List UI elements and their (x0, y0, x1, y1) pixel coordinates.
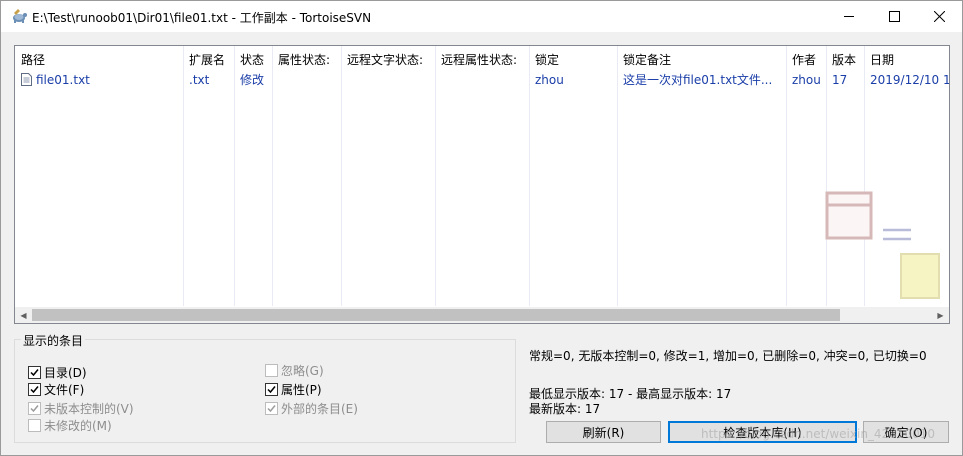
checkmark-icon (30, 404, 39, 412)
table-row[interactable]: file01.txt .txt 修改 zhou 这是一次对file01.txt文… (15, 70, 949, 90)
checkbox-label: 文件(F) (44, 382, 85, 397)
checkmark-icon (267, 404, 276, 412)
shown-items-legend: 显示的条目 (21, 332, 86, 349)
checkbox-box[interactable] (28, 365, 41, 379)
checkbox-label: 忽略(G) (281, 363, 324, 378)
list-header: 路径 扩展名 状态 属性状态: 远程文字状态: 远程属性状态: 锁定 锁定备注 … (15, 50, 949, 70)
checkbox-label: 外部的条目(E) (281, 401, 358, 416)
cell-extension: .txt (189, 73, 210, 87)
column-header-prop-status[interactable]: 属性状态: (272, 50, 341, 70)
svn-check-modifications-window: E:\Test\runoob01\Dir01\file01.txt - 工作副本… (0, 0, 963, 456)
watermark: https://blog.csdn.net/weixin_42810010 (701, 427, 936, 441)
scrollbar-thumb[interactable] (32, 309, 840, 321)
refresh-button[interactable]: 刷新(R) (546, 421, 661, 443)
files-illustration-icon (825, 191, 940, 299)
cell-revision: 17 (832, 73, 848, 87)
checkbox-box (265, 401, 278, 415)
maximize-button[interactable] (871, 1, 917, 32)
cell-path-text: file01.txt (36, 73, 90, 87)
horizontal-scrollbar[interactable]: ◀ ▶ (15, 307, 949, 323)
checkbox-box[interactable] (265, 382, 278, 396)
checkbox-ignored: 忽略(G) (265, 362, 324, 378)
checkbox-box (28, 418, 41, 432)
cell-date: 2019/12/10 1 (870, 73, 949, 87)
status-summary: 常规=0, 无版本控制=0, 修改=1, 增加=0, 已删除=0, 冲突=0, … (529, 349, 927, 363)
cell-remote-text-status (341, 70, 435, 90)
checkbox-box (28, 401, 41, 415)
cell-lock: zhou (535, 73, 564, 87)
column-header-remote-prop-status[interactable]: 远程属性状态: (435, 50, 529, 70)
checkmark-icon (267, 385, 276, 393)
close-button[interactable] (916, 1, 962, 32)
checkbox-unversioned: 未版本控制的(V) (28, 400, 134, 416)
scroll-left-icon[interactable]: ◀ (15, 307, 32, 323)
column-header-remote-text-status[interactable]: 远程文字状态: (341, 50, 435, 70)
checkbox-label: 未版本控制的(V) (44, 401, 134, 416)
checkbox-box[interactable] (28, 382, 41, 396)
column-header-date[interactable]: 日期 (864, 50, 949, 70)
cell-prop-status (272, 70, 341, 90)
scroll-right-icon[interactable]: ▶ (932, 307, 949, 323)
checkbox-directories[interactable]: 目录(D) (28, 364, 87, 380)
checkmark-icon (30, 385, 39, 393)
checkbox-properties[interactable]: 属性(P) (265, 381, 322, 397)
title-bar[interactable]: E:\Test\runoob01\Dir01\file01.txt - 工作副本… (1, 1, 962, 32)
cell-status: 修改 (240, 73, 265, 87)
checkbox-label: 目录(D) (44, 365, 87, 380)
cell-remote-prop-status (435, 70, 529, 90)
column-header-lock-comment[interactable]: 锁定备注 (617, 50, 786, 70)
cell-lock-comment: 这是一次对file01.txt文件... (623, 73, 773, 87)
column-header-revision[interactable]: 版本 (826, 50, 864, 70)
column-header-status[interactable]: 状态 (234, 50, 272, 70)
cell-author: zhou (792, 73, 821, 87)
checkbox-label: 属性(P) (281, 382, 322, 397)
column-header-lock[interactable]: 锁定 (529, 50, 617, 70)
maximize-icon (888, 11, 900, 22)
minimize-icon (843, 16, 854, 17)
window-title: E:\Test\runoob01\Dir01\file01.txt - 工作副本… (32, 11, 372, 25)
file-status-list[interactable]: 路径 扩展名 状态 属性状态: 远程文字状态: 远程属性状态: 锁定 锁定备注 … (14, 45, 950, 324)
column-header-extension[interactable]: 扩展名 (183, 50, 234, 70)
close-icon (933, 11, 945, 22)
checkbox-unmodified: 未修改的(M) (28, 417, 112, 433)
minimize-button[interactable] (826, 1, 872, 32)
tortoise-icon (13, 9, 27, 23)
column-header-author[interactable]: 作者 (786, 50, 826, 70)
checkmark-icon (30, 368, 39, 376)
column-header-path[interactable]: 路径 (15, 50, 183, 70)
text-file-icon (21, 73, 32, 86)
latest-revision: 最新版本: 17 (529, 402, 601, 416)
checkbox-files[interactable]: 文件(F) (28, 381, 84, 397)
checkbox-box (265, 363, 278, 377)
cell-path: file01.txt (15, 70, 183, 90)
checkbox-label: 未修改的(M) (44, 418, 112, 433)
checkbox-externals: 外部的条目(E) (265, 400, 358, 416)
